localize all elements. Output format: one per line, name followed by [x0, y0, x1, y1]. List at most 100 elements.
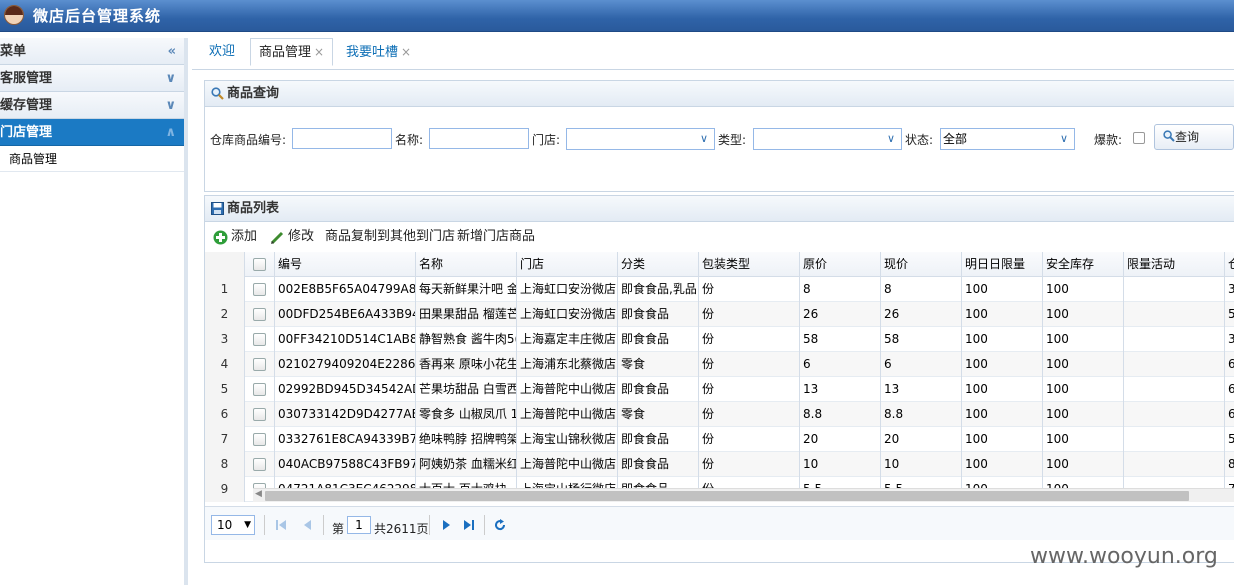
column-header[interactable]: 明日日限量 — [962, 252, 1043, 277]
sidebar-section-store[interactable]: 门店管理 ∧ — [0, 119, 184, 146]
pager-divider — [323, 515, 324, 535]
row-select-cell — [245, 327, 275, 352]
pager-divider — [484, 515, 485, 535]
column-header[interactable]: 门店 — [517, 252, 618, 277]
table-cell: 10 — [800, 452, 881, 477]
table-cell: 8 — [800, 277, 881, 302]
refresh-icon[interactable] — [494, 519, 506, 531]
table-cell — [1124, 402, 1225, 427]
close-icon[interactable]: × — [314, 45, 324, 59]
select-all-checkbox[interactable] — [253, 258, 266, 271]
status-select-value: 全部 — [943, 132, 968, 146]
column-header[interactable]: 限量活动 — [1124, 252, 1225, 277]
column-header[interactable]: 原价 — [800, 252, 881, 277]
column-header[interactable]: 名称 — [416, 252, 517, 277]
table-cell: 即食食品,乳品 — [618, 277, 699, 302]
table-row[interactable]: 1 002E8B5F65A04799A889每天新鲜果汁吧 金上海虹口安汾微店即食… — [205, 277, 1234, 302]
previous-page-icon[interactable] — [302, 519, 314, 531]
first-page-icon[interactable] — [275, 519, 287, 531]
copy-to-store-button[interactable]: 商品复制到其他到门店 — [325, 223, 455, 251]
tab-label: 欢迎 — [209, 44, 236, 59]
edit-button[interactable]: 修改 — [270, 223, 314, 251]
hot-checkbox[interactable] — [1133, 132, 1145, 144]
scrollbar-thumb[interactable] — [265, 491, 1189, 501]
table-cell: 100 — [1043, 452, 1124, 477]
table-row[interactable]: 8 040ACB97588C43FB971 阿姨奶茶 血糯米红 上海普陀中山微店 即食食… — [205, 452, 1234, 477]
table-cell: 8 — [1225, 452, 1234, 477]
row-checkbox[interactable] — [253, 458, 266, 471]
sidebar-menu-label: 菜单 — [0, 44, 27, 59]
row-checkbox[interactable] — [253, 308, 266, 321]
search-button[interactable]: 查询 — [1154, 124, 1234, 150]
grid-header: 编号 名称 门店 分类 包装类型 原价 现价 明日日限量 安全库存 限量活动 仓 — [205, 252, 1234, 277]
last-page-icon[interactable] — [463, 519, 475, 531]
table-cell: 份 — [699, 452, 800, 477]
horizontal-scrollbar[interactable]: ◀ — [253, 488, 1234, 502]
table-row[interactable]: 4 0210279409204E2286F4 香再来 原味小花生 上海浦东北蔡微店 零食… — [205, 352, 1234, 377]
close-icon[interactable]: × — [401, 45, 411, 59]
table-row[interactable]: 7 0332761E8CA94339B76(绝味鸭脖 招牌鸭架 上海宝山锦秋微店 即食… — [205, 427, 1234, 452]
column-header[interactable]: 包装类型 — [699, 252, 800, 277]
page-size-value: 10 — [217, 518, 233, 532]
new-store-product-button[interactable]: 新增门店商品 — [457, 223, 535, 251]
column-header[interactable]: 安全库存 — [1043, 252, 1124, 277]
table-cell: 上海虹口安汾微店 — [517, 302, 618, 327]
double-chevron-left-icon[interactable]: « — [168, 38, 176, 65]
row-checkbox[interactable] — [253, 283, 266, 296]
row-checkbox[interactable] — [253, 333, 266, 346]
table-cell: 100 — [1043, 277, 1124, 302]
sidebar-section-cache[interactable]: 缓存管理 ∨ — [0, 92, 184, 119]
double-chevron-up-icon[interactable]: ∧ — [165, 119, 176, 146]
table-cell: 26 — [800, 302, 881, 327]
page-prefix: 第 — [332, 522, 345, 536]
sidebar-menu-header[interactable]: 菜单 « — [0, 38, 184, 65]
status-select[interactable]: 全部 ∨ — [940, 128, 1075, 150]
table-row[interactable]: 5 02992BD945D34542ADA 芒果坊甜品 白雪西 上海普陀中山微店 即食食… — [205, 377, 1234, 402]
chevron-down-icon[interactable]: ∨ — [1056, 129, 1072, 149]
table-row[interactable]: 3 00FF34210D514C1AB82 静智熟食 酱牛肉5(上海嘉定丰庄微店 即食… — [205, 327, 1234, 352]
scroll-left-arrow-icon[interactable]: ◀ — [255, 489, 262, 499]
sidebar-item-product-management[interactable]: 商品管理 — [0, 146, 184, 172]
double-chevron-down-icon[interactable]: ∨ — [165, 92, 176, 119]
column-header[interactable]: 编号 — [275, 252, 416, 277]
next-page-icon[interactable] — [440, 519, 452, 531]
table-cell: 上海普陀中山微店 — [517, 377, 618, 402]
double-chevron-down-icon[interactable]: ∨ — [165, 65, 176, 92]
page-size-select[interactable]: 10 ▼ — [211, 515, 255, 535]
table-cell: 即食食品 — [618, 377, 699, 402]
search-icon — [1163, 130, 1175, 142]
store-select[interactable]: ∨ — [566, 128, 715, 150]
add-button[interactable]: 添加 — [213, 223, 257, 251]
row-checkbox[interactable] — [253, 383, 266, 396]
row-checkbox[interactable] — [253, 358, 266, 371]
table-cell: 6 — [1225, 352, 1234, 377]
name-input[interactable] — [429, 128, 529, 149]
table-row[interactable]: 6 030733142D9D4277AE3(零食多 山椒凤爪 1上海普陀中山微店零… — [205, 402, 1234, 427]
table-row[interactable]: 2 00DFD254BE6A433B94C 田果果甜品 榴莲芒 上海虹口安汾微店 即食食… — [205, 302, 1234, 327]
table-cell: 份 — [699, 427, 800, 452]
row-select-cell — [245, 352, 275, 377]
row-checkbox[interactable] — [253, 433, 266, 446]
tab-product-management[interactable]: 商品管理 × — [250, 38, 334, 66]
row-number: 1 — [205, 277, 245, 302]
sidebar-section-customer-service[interactable]: 客服管理 ∨ — [0, 65, 184, 92]
table-cell: 002E8B5F65A04799A889 — [275, 277, 416, 302]
column-header[interactable]: 仓 — [1225, 252, 1234, 277]
code-input[interactable] — [292, 128, 392, 149]
tab-feedback[interactable]: 我要吐槽 × — [337, 38, 420, 66]
table-cell — [1124, 377, 1225, 402]
column-header[interactable]: 现价 — [881, 252, 962, 277]
table-cell: 田果果甜品 榴莲芒 — [416, 302, 517, 327]
row-number: 9 — [205, 477, 245, 502]
tab-welcome[interactable]: 欢迎 — [200, 38, 244, 66]
page-number-input[interactable]: 1 — [347, 516, 371, 534]
chevron-down-icon[interactable]: ∨ — [696, 129, 712, 149]
list-toolbar: 添加 修改 商品复制到其他到门店 新增门店商品 — [205, 223, 1234, 251]
type-select[interactable]: ∨ — [753, 128, 902, 150]
row-checkbox[interactable] — [253, 408, 266, 421]
chevron-down-icon[interactable]: ∨ — [883, 129, 899, 149]
table-cell: 份 — [699, 377, 800, 402]
column-header[interactable]: 分类 — [618, 252, 699, 277]
search-button-label: 查询 — [1175, 130, 1200, 144]
product-grid: 编号 名称 门店 分类 包装类型 原价 现价 明日日限量 安全库存 限量活动 仓… — [205, 252, 1234, 502]
